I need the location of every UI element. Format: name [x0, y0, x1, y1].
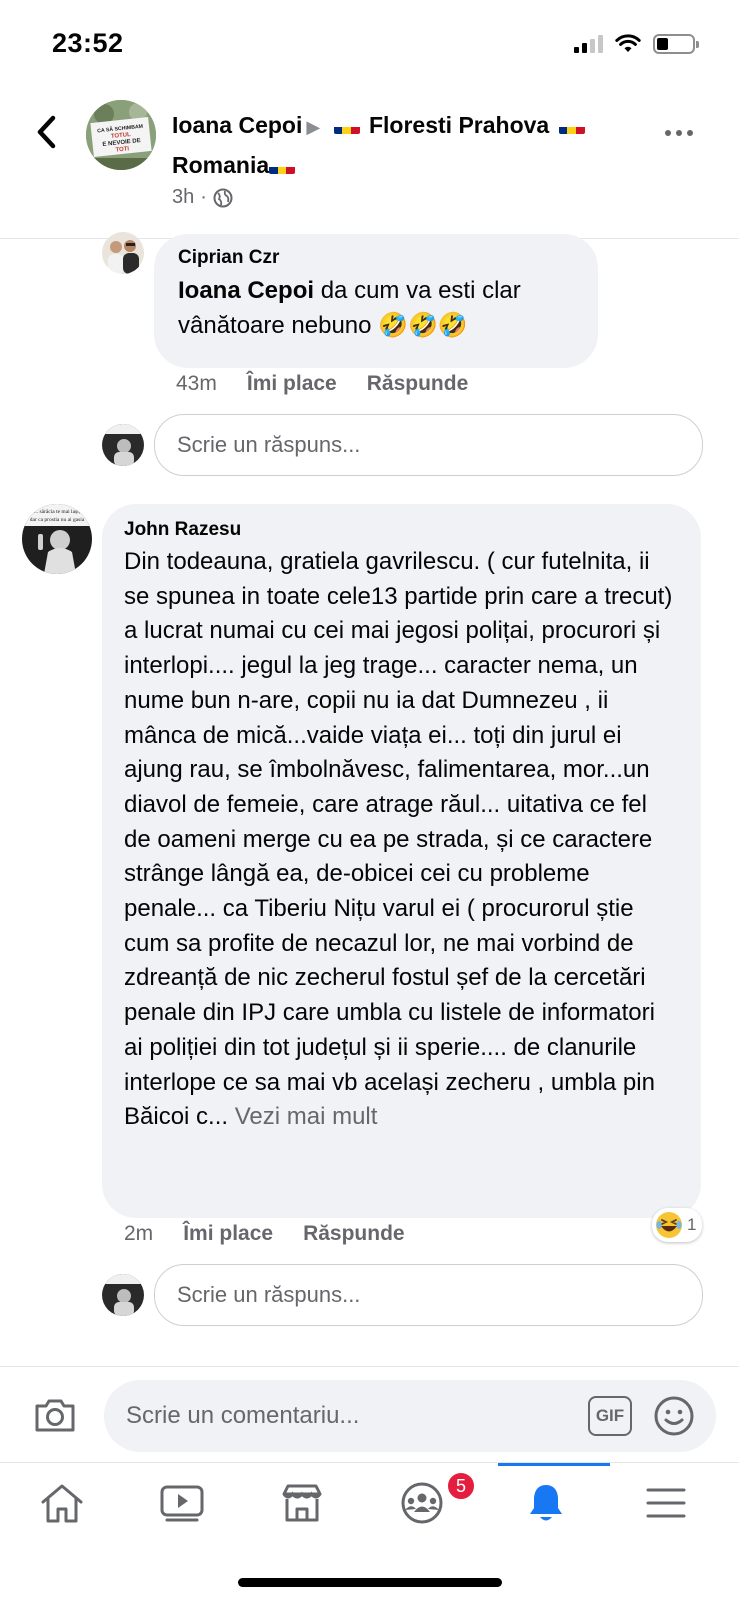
post-time[interactable]: 3h — [172, 186, 194, 209]
wifi-icon — [615, 34, 641, 52]
avatar-caption-line-2: dar ca prostia nu ai gasia — [30, 517, 85, 523]
arrow-right-icon: ▶ — [306, 117, 321, 137]
like-button[interactable]: Îmi place — [247, 372, 337, 396]
reply-placeholder: Scrie un răspuns... — [177, 432, 361, 457]
post-header: CA SĂ SCHIMBAM TOTUL E NEVOIE DE TOTI Io… — [0, 90, 739, 220]
reply-input[interactable]: Scrie un răspuns... — [154, 414, 703, 476]
see-more-link[interactable]: Vezi mai mult — [235, 1103, 378, 1130]
gif-button[interactable]: GIF — [588, 1396, 632, 1436]
smiley-icon — [654, 1396, 694, 1436]
comment-body: Din todeauna, gratiela gavrilescu. ( cur… — [124, 548, 673, 1131]
user-avatar — [102, 1274, 144, 1316]
camera-icon — [35, 1399, 75, 1432]
tab-marketplace[interactable] — [240, 1463, 363, 1543]
comment-actions: 2m Îmi place Răspunde — [124, 1222, 435, 1246]
cellular-signal-icon — [574, 35, 603, 53]
comment-bubble[interactable]: John Razesu Din todeauna, gratiela gavri… — [102, 504, 701, 1218]
tab-notifications[interactable] — [484, 1463, 607, 1543]
reply-button[interactable]: Răspunde — [367, 372, 469, 396]
reaction-summary[interactable]: 1 — [652, 1208, 703, 1242]
reaction-count: 1 — [687, 1215, 697, 1234]
avatar-caption-line-1: ... sărăcia te mai lași, — [34, 509, 81, 515]
home-indicator — [238, 1578, 502, 1587]
camera-button[interactable] — [30, 1390, 80, 1440]
like-button[interactable]: Îmi place — [183, 1222, 273, 1246]
status-icons — [574, 34, 699, 54]
comment-time[interactable]: 2m — [124, 1222, 153, 1246]
reply-placeholder: Scrie un răspuns... — [177, 1282, 361, 1307]
tab-watch[interactable] — [120, 1463, 243, 1543]
bell-icon — [529, 1485, 562, 1521]
commenter-avatar[interactable] — [102, 232, 144, 274]
tab-menu[interactable] — [604, 1463, 727, 1543]
comment-time[interactable]: 43m — [176, 372, 217, 396]
status-bar: 23:52 — [0, 0, 739, 90]
comment-text: Ioana Cepoi da cum va esti clar vânătoar… — [178, 274, 574, 343]
group-name-line-2[interactable]: Romania — [172, 152, 269, 178]
romania-flag-icon — [558, 117, 585, 134]
chevron-left-icon — [37, 115, 56, 149]
post-meta: 3h · — [172, 186, 233, 209]
author-avatar[interactable]: CA SĂ SCHIMBAM TOTUL E NEVOIE DE TOTI — [86, 100, 156, 170]
back-button[interactable] — [26, 112, 66, 152]
notification-badge: 5 — [446, 1471, 476, 1501]
comment-author[interactable]: Ciprian Czr — [178, 246, 574, 270]
comment-bubble[interactable]: Ciprian Czr Ioana Cepoi da cum va esti c… — [154, 234, 598, 368]
globe-icon — [213, 188, 233, 207]
home-icon — [41, 1484, 82, 1523]
meta-separator: · — [200, 186, 207, 208]
more-horizontal-icon — [665, 130, 671, 136]
comment-composer: Scrie un comentariu... GIF — [0, 1368, 739, 1464]
reply-button[interactable]: Răspunde — [303, 1222, 405, 1246]
groups-icon — [401, 1482, 442, 1524]
comment-author[interactable]: John Razesu — [124, 518, 679, 542]
more-options-button[interactable] — [659, 120, 699, 146]
comment-mention[interactable]: Ioana Cepoi — [178, 277, 314, 304]
romania-flag-icon — [333, 117, 360, 134]
laughing-emoji-icon — [656, 1212, 682, 1238]
hamburger-menu-icon — [646, 1488, 685, 1518]
post-author-name[interactable]: Ioana Cepoi — [172, 112, 302, 138]
battery-icon — [653, 34, 699, 54]
comment-actions: 43m Îmi place Răspunde — [176, 372, 498, 396]
romania-flag-icon — [269, 157, 296, 174]
video-icon — [160, 1485, 203, 1522]
status-time: 23:52 — [52, 28, 124, 58]
divider — [0, 1366, 739, 1367]
group-name-line-1[interactable]: Floresti Prahova — [369, 112, 549, 138]
marketplace-icon — [282, 1484, 321, 1522]
comment-text: Din todeauna, gratiela gavrilescu. ( cur… — [124, 545, 679, 1135]
post-title: Ioana Cepoi ▶ Floresti Prahova Romania — [172, 106, 642, 184]
commenter-avatar[interactable]: ... sărăcia te mai lași, dar ca prostia … — [22, 504, 92, 574]
comment-placeholder: Scrie un comentariu... — [126, 1402, 360, 1429]
reply-input[interactable]: Scrie un răspuns... — [154, 1264, 703, 1326]
user-avatar — [102, 424, 144, 466]
tab-home[interactable] — [0, 1463, 123, 1543]
emoji-button[interactable] — [652, 1394, 696, 1438]
